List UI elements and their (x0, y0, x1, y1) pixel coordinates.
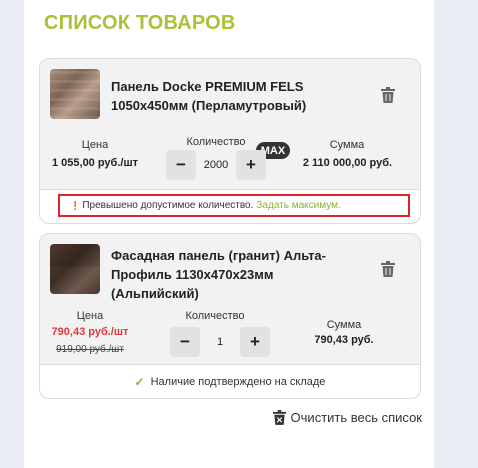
product-image[interactable] (50, 69, 100, 119)
price-header: Цена (76, 310, 104, 322)
price-header: Цена (81, 139, 109, 151)
sum-header: Сумма (329, 139, 365, 151)
decrease-quantity-button[interactable]: − (170, 327, 200, 357)
quantity-input[interactable]: 1 (200, 336, 240, 348)
quantity-header: Количество (185, 310, 245, 322)
old-price-value: 919,00 руб./шт (56, 344, 124, 355)
price-value: 790,43 руб./шт (51, 326, 129, 338)
item-footer: ! Превышено допустимое количество. Задат… (40, 189, 420, 223)
increase-quantity-button[interactable]: + (240, 327, 270, 357)
quantity-stepper: − 1 + (170, 327, 270, 357)
clear-all-button[interactable]: Очистить весь список (272, 410, 422, 425)
sum-value: 790,43 руб. (314, 334, 374, 346)
delete-item-button[interactable] (381, 87, 395, 103)
warning-text: Превышено допустимое количество. (82, 200, 254, 211)
quantity-stepper: − 2000 + (166, 150, 266, 180)
product-name[interactable]: Панель Docke PREMIUM FELS 1050x450мм (Пе… (111, 77, 356, 115)
cart-item: Панель Docke PREMIUM FELS 1050x450мм (Пе… (39, 58, 421, 224)
sum-header: Сумма (326, 319, 362, 331)
price-value: 1 055,00 руб./шт (51, 157, 139, 169)
quantity-header: Количество (186, 136, 246, 148)
stock-status: ✓ Наличие подтверждено на складе (40, 365, 420, 399)
exclamation-icon: ! (73, 198, 78, 213)
quantity-warning: ! Превышено допустимое количество. Задат… (58, 194, 410, 217)
item-footer: ✓ Наличие подтверждено на складе (40, 364, 420, 398)
increase-quantity-button[interactable]: + (236, 150, 266, 180)
trash-icon (381, 261, 395, 277)
set-maximum-link[interactable]: Задать максимум. (256, 200, 340, 211)
product-name[interactable]: Фасадная панель (гранит) Альта-Профиль 1… (111, 246, 351, 303)
clear-all-label: Очистить весь список (290, 410, 422, 425)
stock-status-text: Наличие подтверждено на складе (150, 376, 326, 388)
trash-icon (381, 87, 395, 103)
cart-item: Фасадная панель (гранит) Альта-Профиль 1… (39, 233, 421, 399)
check-icon: ✓ (134, 375, 145, 389)
delete-item-button[interactable] (381, 261, 395, 277)
page-title: СПИСОК ТОВАРОВ (44, 12, 236, 34)
decrease-quantity-button[interactable]: − (166, 150, 196, 180)
trash-icon (272, 410, 286, 425)
sum-value: 2 110 000,00 руб. (302, 157, 393, 169)
quantity-input[interactable]: 2000 (196, 159, 236, 171)
product-image[interactable] (50, 244, 100, 294)
cart-panel: СПИСОК ТОВАРОВ Панель Docke PREMIUM FELS… (24, 0, 434, 468)
